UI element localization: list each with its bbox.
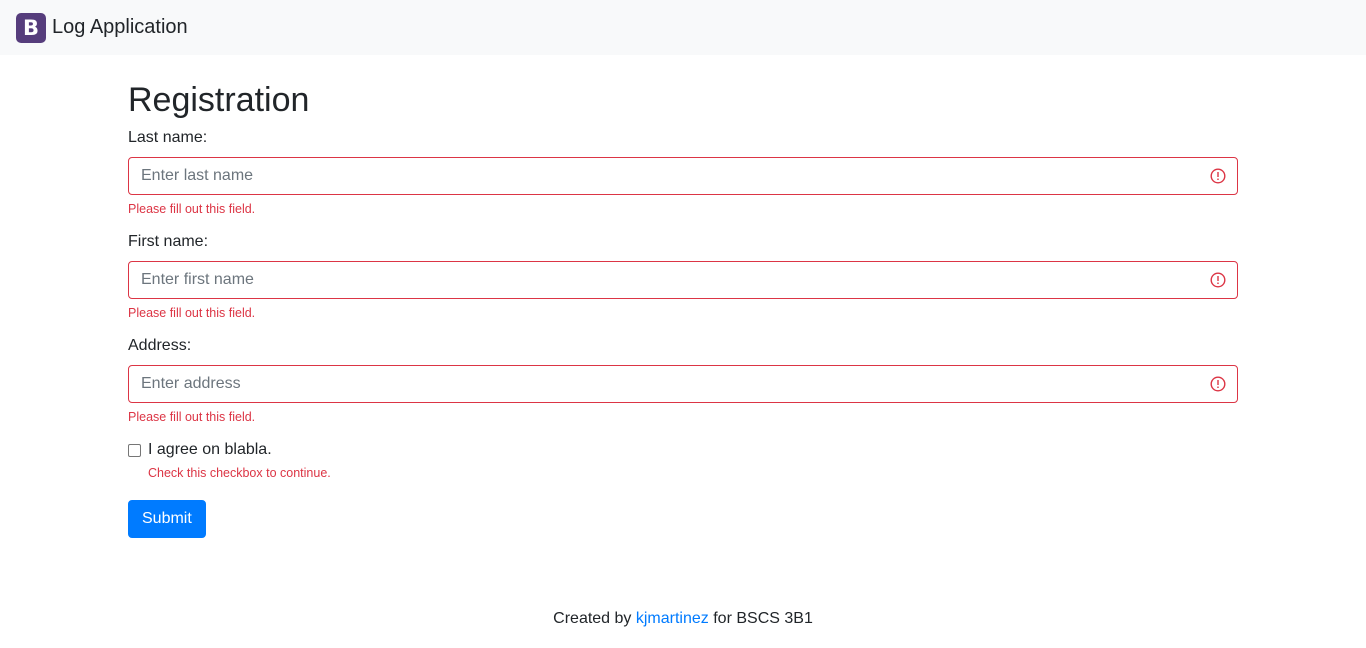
- address-wrap: [128, 365, 1238, 403]
- address-group: Address: Please fill out this field.: [128, 336, 1238, 424]
- agree-checkbox[interactable]: [128, 443, 141, 457]
- exclamation-circle-icon: [1210, 168, 1226, 184]
- last-name-wrap: [128, 157, 1238, 195]
- bootstrap-logo-icon[interactable]: B: [16, 12, 46, 43]
- agree-row: I agree on blabla.: [128, 440, 1238, 460]
- submit-button[interactable]: Submit: [128, 500, 206, 538]
- first-name-label: First name:: [128, 233, 209, 250]
- brand-title[interactable]: Log Application: [52, 16, 188, 39]
- address-error: Please fill out this field.: [128, 410, 256, 424]
- last-name-input[interactable]: [128, 157, 1238, 195]
- last-name-label: Last name:: [128, 129, 208, 146]
- exclamation-circle-icon: [1210, 376, 1226, 392]
- last-name-error: Please fill out this field.: [128, 202, 256, 216]
- last-name-group: Last name: Please fill out this field.: [128, 128, 1238, 216]
- address-input[interactable]: [128, 365, 1238, 403]
- first-name-input[interactable]: [128, 261, 1238, 299]
- first-name-wrap: [128, 261, 1238, 299]
- navbar: B Log Application: [0, 0, 1366, 55]
- registration-form: Registration Last name: Please fill out …: [128, 80, 1238, 538]
- footer-suffix: for BSCS 3B1: [713, 610, 813, 627]
- page-title: Registration: [128, 81, 310, 119]
- first-name-group: First name: Please fill out this field.: [128, 232, 1238, 320]
- exclamation-circle-icon: [1210, 272, 1226, 288]
- first-name-error: Please fill out this field.: [128, 306, 256, 320]
- author-link[interactable]: kjmartinez: [636, 610, 709, 627]
- agree-error: Check this checkbox to continue.: [148, 466, 331, 480]
- footer: Created by kjmartinez for BSCS 3B1: [0, 610, 1366, 628]
- agree-label[interactable]: I agree on blabla.: [148, 440, 272, 460]
- footer-prefix: Created by: [553, 610, 632, 627]
- address-label: Address:: [128, 337, 192, 354]
